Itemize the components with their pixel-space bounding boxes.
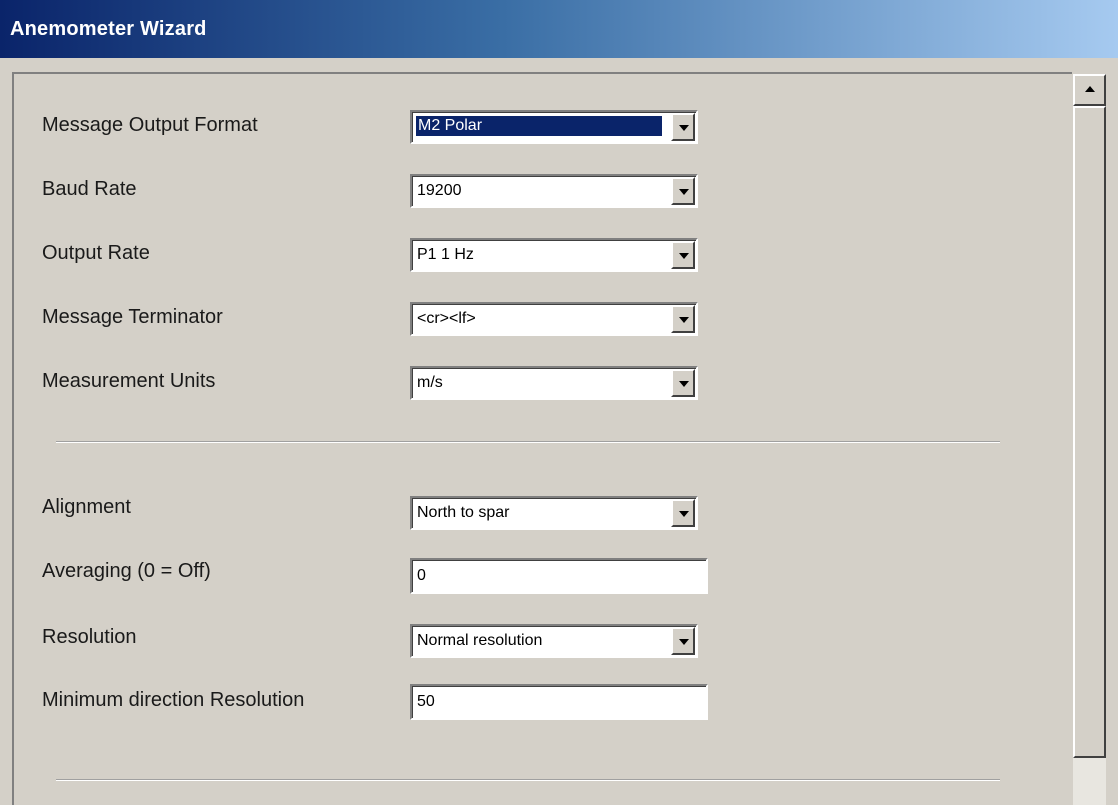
- resolution-dropdown-button[interactable]: [671, 627, 695, 655]
- message-terminator-dropdown-button[interactable]: [671, 305, 695, 333]
- measurement-units-value: m/s: [417, 374, 443, 391]
- chevron-down-icon: [679, 381, 689, 387]
- resolution-value: Normal resolution: [417, 632, 543, 649]
- output-rate-label: Output Rate: [42, 242, 150, 264]
- output-rate-dropdown-button[interactable]: [671, 241, 695, 269]
- measurement-units-dropdown-button[interactable]: [671, 369, 695, 397]
- chevron-down-icon: [679, 125, 689, 131]
- message-terminator-value: <cr><lf>: [417, 310, 476, 327]
- vertical-scrollbar[interactable]: [1073, 74, 1106, 805]
- chevron-down-icon: [679, 317, 689, 323]
- min-direction-resolution-label: Minimum direction Resolution: [42, 689, 305, 711]
- message-output-format-label: Message Output Format: [42, 114, 258, 136]
- anemometer-wizard-window: Anemometer Wizard Message Output Format …: [0, 0, 1118, 805]
- averaging-label: Averaging (0 = Off): [42, 560, 211, 582]
- averaging-input[interactable]: [410, 558, 708, 594]
- message-terminator-label: Message Terminator: [42, 306, 223, 328]
- chevron-down-icon: [679, 511, 689, 517]
- window-title: Anemometer Wizard: [10, 18, 207, 40]
- window-right-edge: [1106, 58, 1118, 805]
- alignment-dropdown-button[interactable]: [671, 499, 695, 527]
- baud-rate-dropdown-button[interactable]: [671, 177, 695, 205]
- section-divider: [56, 779, 1000, 781]
- resolution-label: Resolution: [42, 626, 137, 648]
- message-output-format-select[interactable]: M2 Polar: [410, 110, 698, 144]
- alignment-select[interactable]: North to spar: [410, 496, 698, 530]
- alignment-value: North to spar: [417, 504, 510, 521]
- alignment-label: Alignment: [42, 496, 131, 518]
- scroll-up-button[interactable]: [1073, 74, 1106, 106]
- baud-rate-value: 19200: [417, 182, 462, 199]
- scroll-thumb[interactable]: [1073, 106, 1106, 758]
- message-terminator-select[interactable]: <cr><lf>: [410, 302, 698, 336]
- chevron-down-icon: [679, 639, 689, 645]
- output-rate-value: P1 1 Hz: [417, 246, 474, 263]
- message-output-format-value: M2 Polar: [415, 115, 663, 137]
- resolution-select[interactable]: Normal resolution: [410, 624, 698, 658]
- arrow-up-icon: [1085, 86, 1095, 92]
- measurement-units-label: Measurement Units: [42, 370, 216, 392]
- measurement-units-select[interactable]: m/s: [410, 366, 698, 400]
- message-output-format-dropdown-button[interactable]: [671, 113, 695, 141]
- chevron-down-icon: [679, 253, 689, 259]
- section-divider: [56, 441, 1000, 443]
- output-rate-select[interactable]: P1 1 Hz: [410, 238, 698, 272]
- baud-rate-select[interactable]: 19200: [410, 174, 698, 208]
- min-direction-resolution-input[interactable]: [410, 684, 708, 720]
- chevron-down-icon: [679, 189, 689, 195]
- baud-rate-label: Baud Rate: [42, 178, 137, 200]
- title-bar[interactable]: Anemometer Wizard: [0, 0, 1118, 58]
